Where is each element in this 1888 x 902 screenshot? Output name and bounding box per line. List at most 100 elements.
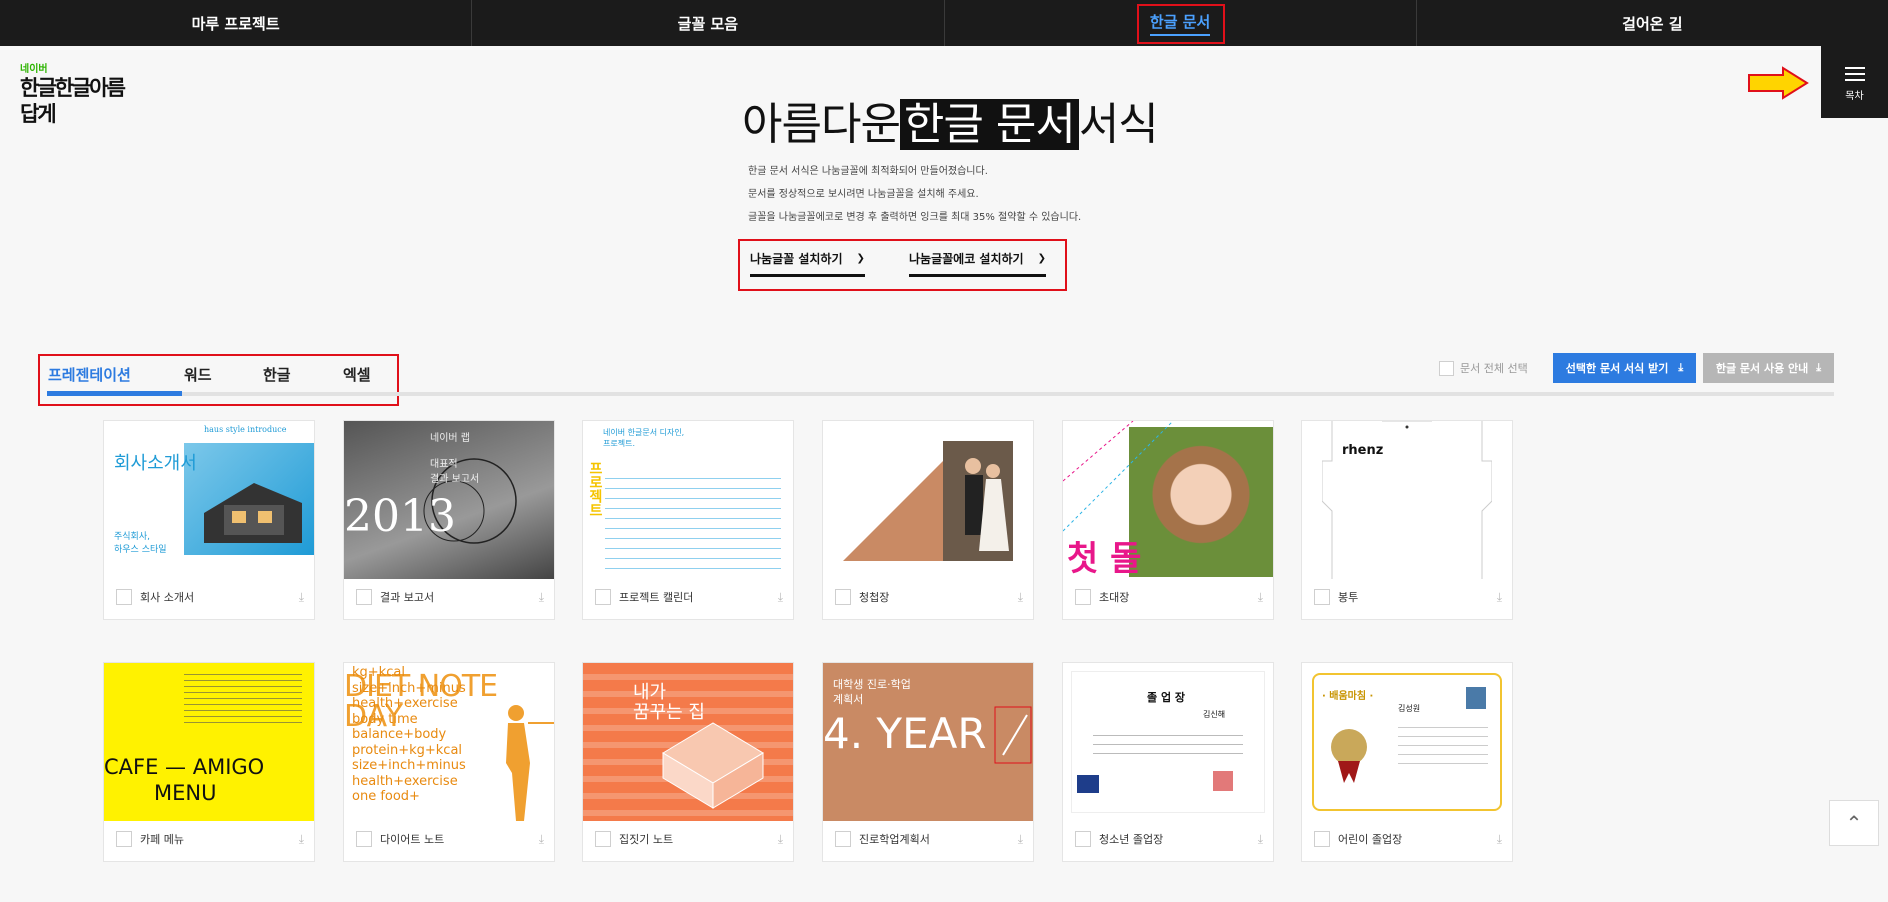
install-font-button[interactable]: 나눔글꼴 설치하기 ❯ bbox=[750, 250, 865, 277]
card-label: 초대장 bbox=[1099, 591, 1130, 604]
nav-label: 글꼴 모음 bbox=[677, 14, 739, 33]
nav-item-font-collection[interactable]: 글꼴 모음 bbox=[472, 0, 945, 46]
card-label: 집짓기 노트 bbox=[619, 833, 674, 846]
template-card-project-calendar[interactable]: 네이버 한글문서 디자인, 프로젝트. 프로젝트 프로젝트 캘린더 ⤓ bbox=[582, 420, 794, 620]
download-selected-button[interactable]: 선택한 문서 서식 받기 ⤓ bbox=[1553, 353, 1696, 383]
select-all-checkbox[interactable] bbox=[1439, 360, 1454, 376]
template-card-child-diploma[interactable]: · 배움마침 · 김성원 어린이 졸업장 ⤓ bbox=[1301, 662, 1513, 862]
install-eco-font-button[interactable]: 나눔글꼴에코 설치하기 ❯ bbox=[909, 250, 1046, 277]
template-card-youth-diploma[interactable]: 졸 업 장 김신해 청소년 졸업장 ⤓ bbox=[1062, 662, 1274, 862]
card-label: 봉투 bbox=[1338, 591, 1359, 604]
card-checkbox[interactable] bbox=[835, 831, 851, 847]
title-highlight: 한글 문서 bbox=[899, 99, 1079, 150]
desc-line: 글꼴을 나눔글꼴에코로 변경 후 출력하면 잉크를 최대 35% 절약할 수 있… bbox=[748, 212, 1082, 223]
thumbnail bbox=[823, 421, 1033, 579]
thumb-body: 주식회사, 하우스 스타일 bbox=[114, 532, 167, 555]
card-footer: 프로젝트 캘린더 ⤓ bbox=[595, 589, 783, 605]
select-all[interactable]: 문서 전체 선택 bbox=[1439, 360, 1528, 376]
card-footer: 어린이 졸업장 ⤓ bbox=[1314, 831, 1502, 847]
thumbnail: 내가 꿈꾸는 집 bbox=[583, 663, 793, 821]
card-checkbox[interactable] bbox=[595, 589, 611, 605]
card-checkbox[interactable] bbox=[116, 589, 132, 605]
thumbnail: · 배움마침 · 김성원 bbox=[1302, 663, 1512, 821]
download-icon[interactable]: ⤓ bbox=[1018, 832, 1023, 847]
download-icon[interactable]: ⤓ bbox=[1018, 590, 1023, 605]
nav-item-history[interactable]: 걸어온 길 bbox=[1417, 0, 1888, 46]
toc-button[interactable]: 목차 bbox=[1821, 46, 1888, 118]
select-all-label: 문서 전체 선택 bbox=[1460, 362, 1528, 375]
card-label: 진로학업계획서 bbox=[859, 833, 930, 846]
logo-naver: 네이버 bbox=[20, 64, 48, 75]
install-font-label: 나눔글꼴 설치하기 bbox=[750, 252, 843, 266]
card-footer: 초대장 ⤓ bbox=[1075, 589, 1263, 605]
template-card-wedding-invitation[interactable]: 청첩장 ⤓ bbox=[822, 420, 1034, 620]
download-icon[interactable]: ⤓ bbox=[1497, 832, 1502, 847]
card-checkbox[interactable] bbox=[356, 831, 372, 847]
thumb-head: 네이버 한글문서 디자인, 프로젝트. bbox=[603, 428, 685, 448]
house-illustration-icon bbox=[204, 483, 302, 543]
template-card-invitation[interactable]: 첫 돌 초대장 ⤓ bbox=[1062, 420, 1274, 620]
usage-guide-label: 한글 문서 사용 안내 bbox=[1715, 362, 1809, 375]
card-checkbox[interactable] bbox=[1314, 831, 1330, 847]
card-footer: 집짓기 노트 ⤓ bbox=[595, 831, 783, 847]
download-icon[interactable]: ⤓ bbox=[299, 590, 304, 605]
card-footer: 청소년 졸업장 ⤓ bbox=[1075, 831, 1263, 847]
card-footer: 봉투 ⤓ bbox=[1314, 589, 1502, 605]
download-icon[interactable]: ⤓ bbox=[539, 832, 544, 847]
card-checkbox[interactable] bbox=[1314, 589, 1330, 605]
template-card-result-report[interactable]: 네이버 랩 대표적 결과 보고서 2013 결과 보고서 ⤓ bbox=[343, 420, 555, 620]
tab-excel[interactable]: 엑셀 bbox=[343, 364, 371, 385]
thumb-head: 네이버 랩 bbox=[430, 433, 470, 444]
active-tab-indicator bbox=[47, 391, 182, 396]
card-label: 다이어트 노트 bbox=[380, 833, 445, 846]
chevron-up-icon: ⌃ bbox=[1845, 811, 1863, 835]
thumb-vertical: 프로젝트 bbox=[587, 461, 603, 517]
thumb-name: 김성원 bbox=[1398, 704, 1421, 713]
card-footer: 다이어트 노트 ⤓ bbox=[356, 831, 544, 847]
download-icon[interactable]: ⤓ bbox=[299, 832, 304, 847]
photo-placeholder bbox=[1466, 687, 1486, 709]
card-checkbox[interactable] bbox=[835, 589, 851, 605]
download-icon[interactable]: ⤓ bbox=[1497, 590, 1502, 605]
seal-icon bbox=[1077, 775, 1099, 793]
card-checkbox[interactable] bbox=[356, 589, 372, 605]
thumb-head: 대학생 진로·학업 계획서 bbox=[833, 678, 911, 706]
thumbnail: 네이버 랩 대표적 결과 보고서 2013 bbox=[344, 421, 554, 579]
card-checkbox[interactable] bbox=[1075, 589, 1091, 605]
thumb-brand: rhenz bbox=[1342, 443, 1384, 458]
pen-icon bbox=[994, 706, 1032, 764]
tab-rail bbox=[47, 392, 1834, 396]
annotation-box-nav bbox=[1137, 4, 1225, 44]
title-pre: 아름다운 bbox=[742, 99, 901, 150]
thumb-lines: kg+kcal size+inch+minus health+exercise … bbox=[352, 665, 466, 804]
download-icon[interactable]: ⤓ bbox=[778, 590, 783, 605]
thumbnail: 네이버 한글문서 디자인, 프로젝트. 프로젝트 bbox=[583, 421, 793, 579]
template-card-envelope[interactable]: rhenz 봉투 ⤓ bbox=[1301, 420, 1513, 620]
medal-icon bbox=[1331, 729, 1367, 783]
template-card-diet-note[interactable]: DIET NOTE DAY kg+kcal size+inch+minus he… bbox=[343, 662, 555, 862]
usage-guide-button[interactable]: 한글 문서 사용 안내 ⤓ bbox=[1703, 353, 1834, 383]
download-icon[interactable]: ⤓ bbox=[539, 590, 544, 605]
download-icon[interactable]: ⤓ bbox=[778, 832, 783, 847]
card-label: 카페 메뉴 bbox=[140, 833, 184, 846]
tab-hangul[interactable]: 한글 bbox=[263, 364, 291, 385]
card-footer: 청첩장 ⤓ bbox=[835, 589, 1023, 605]
template-card-career-plan[interactable]: 대학생 진로·학업 계획서 4. YEAR 진로학업계획서 ⤓ bbox=[822, 662, 1034, 862]
card-checkbox[interactable] bbox=[116, 831, 132, 847]
card-checkbox[interactable] bbox=[595, 831, 611, 847]
tab-word[interactable]: 워드 bbox=[184, 364, 212, 385]
logo[interactable]: 네이버 한글한글아름답게 bbox=[20, 60, 140, 126]
nav-item-maru-project[interactable]: 마루 프로젝트 bbox=[0, 0, 473, 46]
download-icon[interactable]: ⤓ bbox=[1258, 590, 1263, 605]
tab-presentation[interactable]: 프레젠테이션 bbox=[48, 364, 131, 385]
card-label: 회사 소개서 bbox=[140, 591, 195, 604]
card-footer: 결과 보고서 ⤓ bbox=[356, 589, 544, 605]
page-title: 아름다운한글 문서서식 bbox=[742, 88, 1159, 152]
thumbnail: haus style introduce 회사소개서 주식회사, 하우스 스타일 bbox=[104, 421, 314, 579]
template-card-house-note[interactable]: 내가 꿈꾸는 집 집짓기 노트 ⤓ bbox=[582, 662, 794, 862]
download-icon[interactable]: ⤓ bbox=[1258, 832, 1263, 847]
template-card-company-intro[interactable]: haus style introduce 회사소개서 주식회사, 하우스 스타일… bbox=[103, 420, 315, 620]
scroll-top-button[interactable]: ⌃ bbox=[1829, 800, 1879, 846]
template-card-cafe-menu[interactable]: CAFE — AMIGO MENU 카페 메뉴 ⤓ bbox=[103, 662, 315, 862]
card-checkbox[interactable] bbox=[1075, 831, 1091, 847]
